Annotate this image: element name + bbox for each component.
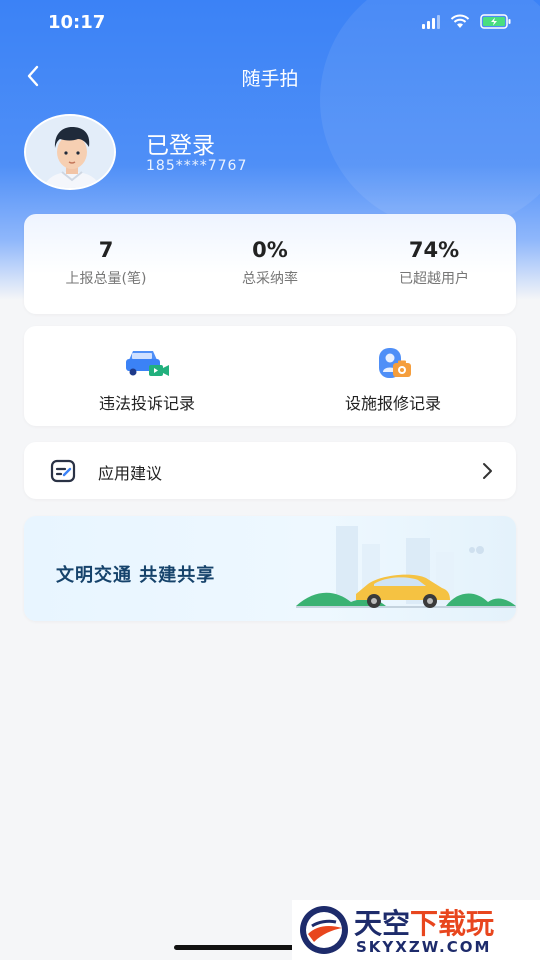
watermark-title: 天空下载玩 [354, 902, 494, 942]
signal-icon [422, 14, 440, 29]
car-illustration [296, 516, 516, 621]
edit-note-icon [50, 459, 76, 483]
violation-complaint-records-button[interactable]: 违法投诉记录 [24, 346, 270, 414]
user-avatar-icon [26, 116, 114, 188]
facility-repair-records-button[interactable]: 设施报修记录 [270, 346, 516, 414]
suggestion-label: 应用建议 [98, 464, 163, 483]
records-card: 违法投诉记录 设施报修记录 [24, 326, 516, 426]
car-video-icon [123, 346, 171, 380]
record-label: 违法投诉记录 [98, 394, 195, 413]
app-suggestion-row[interactable]: 应用建议 [24, 442, 516, 499]
stat-total-reports: 7 上报总量(笔) [24, 238, 188, 288]
banner-slogan: 文明交通 共建共享 [56, 565, 216, 586]
watermark-subtitle: SKYXZW.COM [356, 938, 492, 956]
chevron-right-icon [480, 461, 494, 481]
person-camera-icon [369, 346, 417, 380]
civilized-traffic-banner[interactable]: 文明交通 共建共享 [24, 516, 516, 621]
stat-label: 总采纳率 [242, 271, 298, 287]
site-watermark: 天空下载玩 SKYXZW.COM [292, 900, 540, 960]
stat-value: 0% [252, 238, 288, 262]
stat-surpassed-users: 74% 已超越用户 [352, 238, 516, 288]
stat-label: 上报总量(笔) [65, 271, 147, 287]
battery-icon [480, 14, 512, 29]
status-bar: 10:17 [0, 0, 540, 48]
nav-bar: 随手拍 [0, 56, 540, 98]
stats-card: 7 上报总量(笔) 0% 总采纳率 74% 已超越用户 [24, 214, 516, 314]
watermark-title-b: 下载玩 [410, 907, 495, 940]
page-title: 随手拍 [241, 68, 299, 90]
status-time: 10:17 [48, 12, 106, 33]
wifi-icon [450, 14, 470, 29]
user-phone: 185****7767 [146, 158, 248, 174]
skyxzw-logo-icon [298, 904, 350, 956]
stat-label: 已超越用户 [399, 271, 469, 287]
user-name: 已登录 [146, 133, 215, 159]
status-icons [422, 14, 512, 29]
avatar[interactable] [24, 114, 116, 190]
record-label: 设施报修记录 [344, 394, 441, 413]
profile-section: 已登录 185****7767 [24, 114, 524, 194]
stat-value: 7 [98, 238, 114, 262]
stat-value: 74% [408, 238, 460, 262]
stat-adoption-rate: 0% 总采纳率 [188, 238, 352, 288]
watermark-title-a: 天空 [354, 907, 411, 940]
